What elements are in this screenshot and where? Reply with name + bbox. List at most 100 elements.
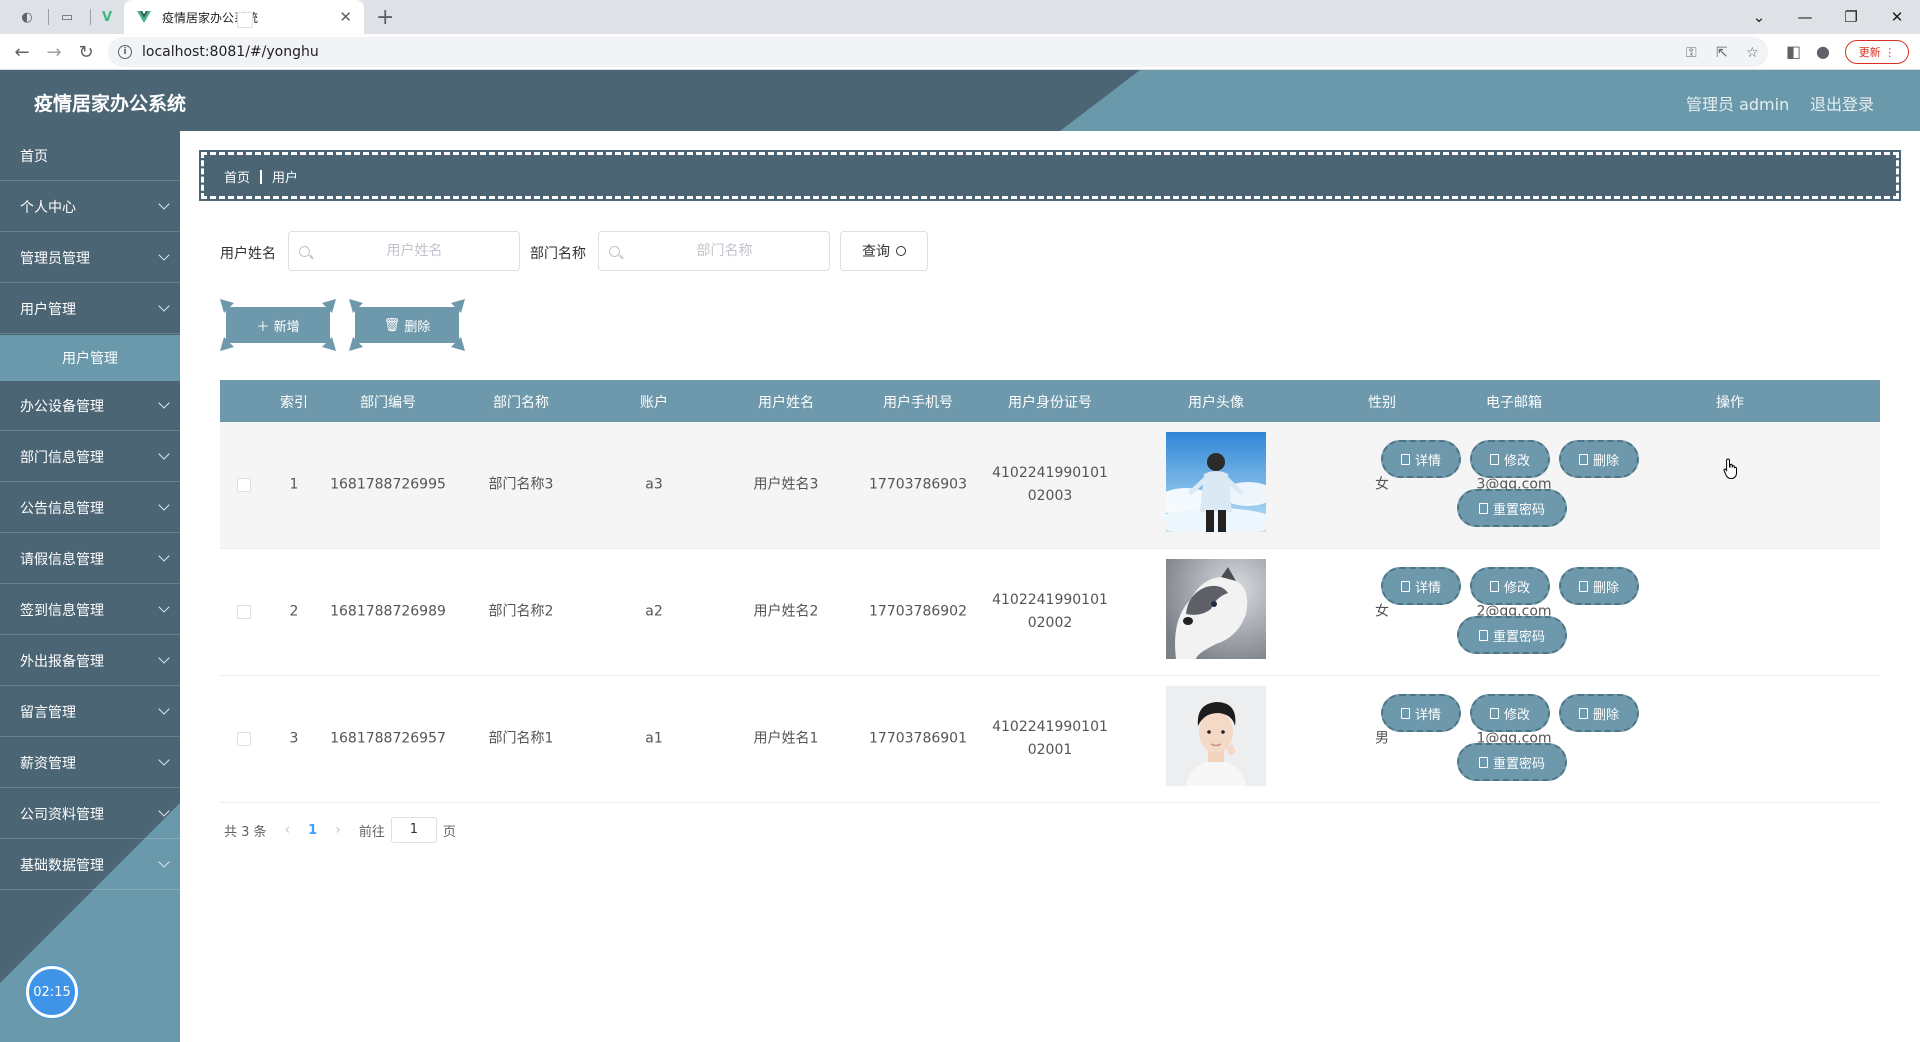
tab-close-icon[interactable]: ✕ (339, 8, 352, 26)
cell-account: a1 (645, 730, 663, 747)
document-icon (1400, 707, 1410, 719)
goto-page-input[interactable]: 1 (390, 817, 437, 843)
chevron-down-icon (158, 499, 170, 511)
user-avatar-image[interactable] (1166, 559, 1266, 659)
row-checkbox[interactable] (237, 605, 251, 619)
chevron-down-icon (158, 805, 170, 817)
trash-icon (1578, 453, 1588, 465)
cell-id-number: 4102241990101 02003 (992, 462, 1108, 508)
sidebar-item[interactable]: 办公设备管理 (0, 381, 180, 431)
edit-button[interactable]: 修改 (1470, 440, 1550, 478)
sidebar-item[interactable]: 首页 (0, 131, 180, 181)
reset-password-button[interactable]: 重置密码 (1457, 743, 1567, 781)
detail-button[interactable]: 详情 (1381, 567, 1461, 605)
reset-password-button[interactable]: 重置密码 (1457, 616, 1567, 654)
restore-icon[interactable]: ❐ (1828, 4, 1874, 30)
minimize-icon[interactable]: — (1782, 4, 1828, 30)
prev-page-icon[interactable]: ‹ (285, 822, 291, 838)
detail-button-label: 详情 (1414, 580, 1441, 596)
row-checkbox[interactable] (237, 478, 251, 492)
chevron-down-icon (158, 448, 170, 460)
sidebar-item[interactable]: 留言管理 (0, 687, 180, 737)
row-delete-button-label: 删除 (1592, 707, 1619, 723)
sidebar-item-label: 签到信息管理 (20, 602, 104, 619)
breadcrumb-home[interactable]: 首页 (224, 167, 250, 186)
cell-name: 用户姓名1 (753, 730, 819, 747)
sidebar-item[interactable]: 外出报备管理 (0, 636, 180, 686)
window-close-icon[interactable]: ✕ (1874, 4, 1920, 30)
url-text[interactable]: localhost:8081/#/yonghu (142, 44, 319, 60)
tab-favicon-blank-icon[interactable]: ▭ (56, 7, 78, 27)
breadcrumb-bar: 首页 用户 (199, 150, 1901, 201)
search-dept-field[interactable] (598, 231, 830, 271)
row-delete-button[interactable]: 删除 (1559, 440, 1639, 478)
tab-favicon-globe-icon[interactable]: ◐ (16, 7, 38, 27)
document-icon (1400, 453, 1410, 465)
pager-total: 共 3 条 (224, 824, 267, 840)
cell-gender: 女 (1375, 603, 1389, 620)
share-icon[interactable]: ⇱ (1716, 45, 1728, 61)
sidebar-item[interactable]: 部门信息管理 (0, 432, 180, 482)
sidebar-item[interactable]: 管理员管理 (0, 233, 180, 283)
add-button[interactable]: ＋ 新增 (220, 299, 336, 351)
select-all-checkbox[interactable] (237, 12, 253, 28)
reload-icon[interactable]: ↻ (74, 40, 98, 64)
edit-button[interactable]: 修改 (1470, 694, 1550, 732)
sidebar-item[interactable]: 用户管理 (0, 284, 180, 334)
cell-dept-no: 1681788726957 (330, 730, 446, 747)
id-number-line1: 4102241990101 (992, 592, 1108, 608)
document-icon (1478, 629, 1488, 641)
cell-gender: 男 (1375, 730, 1389, 747)
row-checkbox[interactable] (237, 732, 251, 746)
search-name-input[interactable] (310, 243, 519, 259)
browser-update-button[interactable]: 更新 ⋮ (1845, 40, 1909, 64)
reset-password-button-label: 重置密码 (1492, 629, 1545, 645)
sidebar-item[interactable]: 薪资管理 (0, 738, 180, 788)
column-header: 性别 (1368, 395, 1396, 411)
sidebar-item[interactable]: 请假信息管理 (0, 534, 180, 584)
new-tab-icon[interactable]: + (376, 5, 394, 30)
edit-button[interactable]: 修改 (1470, 567, 1550, 605)
next-page-icon[interactable]: › (335, 822, 341, 838)
sidebar-item-label: 公司资料管理 (20, 806, 104, 823)
row-delete-button[interactable]: 删除 (1559, 694, 1639, 732)
cell-name: 用户姓名2 (753, 603, 819, 620)
url-omnibox[interactable]: i localhost:8081/#/yonghu ⚿ ⇱ ☆ (108, 37, 1768, 67)
tab-favicon-vue-icon[interactable]: V (96, 7, 118, 27)
cell-dept-name: 部门名称2 (488, 603, 554, 620)
key-icon[interactable]: ⚿ (1686, 45, 1697, 61)
clock-badge[interactable]: 02:15 (26, 966, 78, 1018)
sidebar-item[interactable]: 公告信息管理 (0, 483, 180, 533)
detail-button[interactable]: 详情 (1381, 694, 1461, 732)
chevron-down-icon (158, 754, 170, 766)
bulk-delete-button[interactable]: 🗑 删除 (349, 299, 465, 351)
user-avatar-image[interactable] (1166, 432, 1266, 532)
user-avatar-image[interactable] (1166, 686, 1266, 786)
sidebar-subitem-active[interactable]: 用户管理 (0, 335, 180, 381)
query-button[interactable]: 查询 (840, 231, 928, 271)
forward-icon[interactable]: → (42, 40, 66, 64)
logout-link[interactable]: 退出登录 (1810, 91, 1874, 115)
sidepanel-icon[interactable]: ◧ (1786, 42, 1801, 61)
search-dept-input[interactable] (620, 243, 829, 259)
tab-search-icon[interactable]: ⌄ (1736, 4, 1782, 30)
id-number-line2: 02003 (1027, 488, 1073, 504)
detail-button[interactable]: 详情 (1381, 440, 1461, 478)
chevron-down-icon (158, 601, 170, 613)
sidebar-item[interactable]: 公司资料管理 (0, 789, 180, 839)
row-delete-button-label: 删除 (1592, 580, 1619, 596)
back-icon[interactable]: ← (10, 40, 34, 64)
reset-password-button[interactable]: 重置密码 (1457, 489, 1567, 527)
sidebar-item-label: 公告信息管理 (20, 500, 104, 517)
page-number-current[interactable]: 1 (308, 823, 317, 838)
search-dept-label: 部门名称 (530, 246, 586, 262)
bookmark-star-icon[interactable]: ☆ (1746, 45, 1759, 61)
header-decoration (1060, 70, 1920, 131)
search-name-field[interactable] (288, 231, 520, 271)
profile-avatar-icon[interactable]: ● (1816, 42, 1830, 61)
row-delete-button[interactable]: 删除 (1559, 567, 1639, 605)
sidebar-item[interactable]: 基础数据管理 (0, 840, 180, 890)
sidebar-item[interactable]: 个人中心 (0, 182, 180, 232)
sidebar-item[interactable]: 签到信息管理 (0, 585, 180, 635)
site-info-icon[interactable]: i (118, 45, 132, 59)
